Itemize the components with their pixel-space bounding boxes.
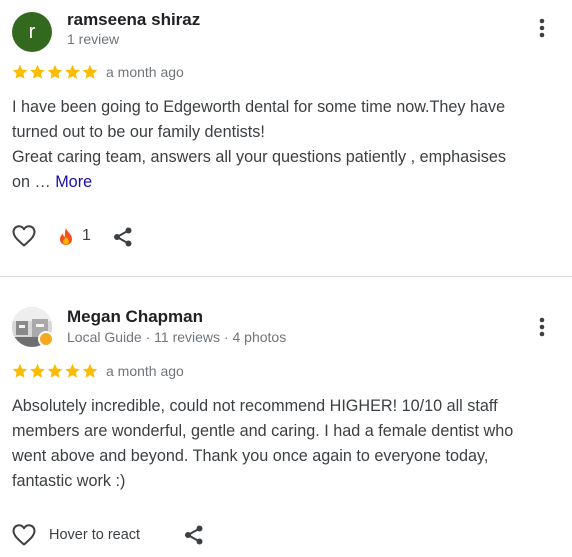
review-text-line: I have been going to Edgeworth dental fo… — [12, 98, 506, 116]
share-button[interactable] — [183, 524, 205, 551]
review-card: r ramseena shiraz 1 review a month ago I… — [0, 0, 572, 276]
avatar-letter: r — [28, 21, 36, 43]
hover-to-react-label[interactable]: Hover to react — [49, 527, 140, 543]
like-button[interactable] — [11, 224, 37, 253]
star-icon — [47, 64, 63, 79]
heart-outline-icon — [12, 225, 36, 247]
local-guide-badge-icon — [38, 331, 54, 347]
reviewer-name[interactable]: ramseena shiraz — [67, 10, 200, 30]
star-icon — [82, 363, 98, 378]
review-text-line: went above and beyond. Thank you once ag… — [12, 447, 489, 465]
review-text: I have been going to Edgeworth dental fo… — [12, 95, 562, 195]
star-icon — [65, 64, 80, 79]
more-options-icon[interactable] — [532, 315, 552, 339]
like-button[interactable] — [11, 523, 37, 552]
more-options-icon[interactable] — [532, 16, 552, 40]
reviewer-avatar[interactable]: r — [12, 12, 52, 52]
review-text-line: Absolutely incredible, could not recomme… — [12, 397, 498, 415]
reviewer-meta: 1 review — [67, 31, 120, 47]
share-button[interactable] — [112, 226, 134, 253]
star-icon — [30, 363, 45, 378]
review-card: Megan Chapman Local Guide · 11 reviews ·… — [0, 277, 572, 557]
star-icon — [82, 64, 98, 79]
star-icon — [12, 363, 28, 378]
star-icon — [47, 363, 63, 378]
star-icon — [12, 64, 28, 79]
reviewer-meta: Local Guide · 11 reviews · 4 photos — [67, 329, 287, 345]
reviewer-name[interactable]: Megan Chapman — [67, 307, 203, 327]
review-text-line: members are wonderful, gentle and caring… — [12, 422, 514, 440]
reaction-count: 1 — [82, 227, 91, 244]
share-icon — [185, 525, 203, 545]
fire-emoji-icon — [60, 228, 72, 245]
star-icon — [30, 64, 45, 79]
heart-outline-icon — [12, 524, 36, 546]
more-link[interactable]: More — [55, 173, 92, 191]
review-text-line: on … — [12, 173, 56, 191]
star-rating — [12, 64, 100, 80]
review-text-line: Great caring team, answers all your ques… — [12, 148, 506, 166]
review-text-line: turned out to be our family dentists! — [12, 123, 265, 141]
star-rating — [12, 363, 100, 379]
review-text: Absolutely incredible, could not recomme… — [12, 394, 562, 494]
share-icon — [114, 227, 132, 247]
review-time: a month ago — [106, 363, 184, 379]
review-time: a month ago — [106, 64, 184, 80]
review-text-line: fantastic work :) — [12, 472, 126, 490]
fire-reaction[interactable] — [58, 227, 74, 251]
star-icon — [65, 363, 80, 378]
